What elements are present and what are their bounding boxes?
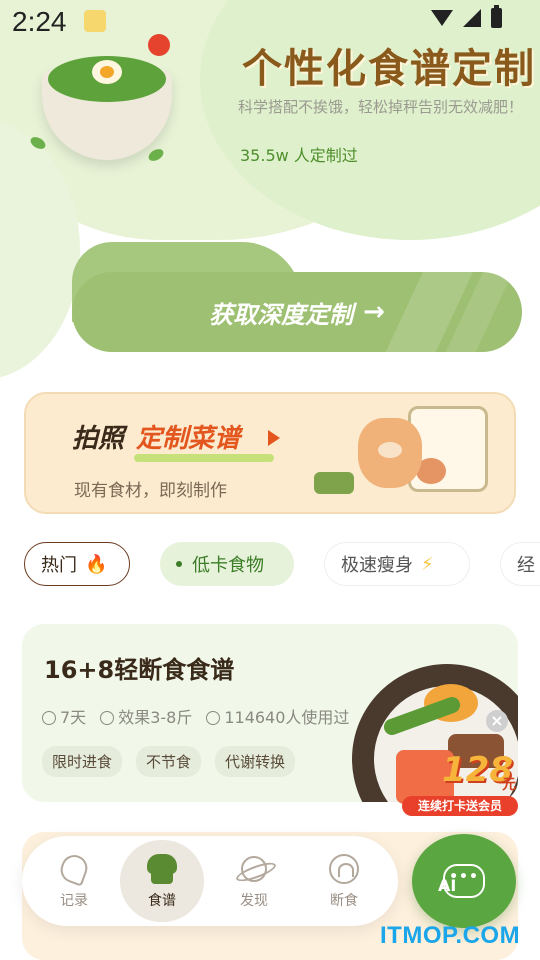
recipe-effect: 效果3-8斤: [100, 704, 192, 728]
status-time: 2:24: [12, 6, 67, 37]
cta-label: 获取深度定制: [209, 300, 354, 329]
recipe-tag: 限时进食: [42, 746, 123, 777]
tab-label: 食谱: [148, 893, 176, 909]
play-arrow-icon: [268, 430, 280, 446]
get-deep-customization-button[interactable]: 获取深度定制 →: [72, 272, 522, 352]
arrow-right-icon: →: [363, 297, 385, 327]
banner-underline: [134, 454, 274, 462]
tab-label: 发现: [240, 893, 268, 909]
hero-user-count: 35.5w 人定制过: [240, 146, 358, 165]
hero-title: 个性化食谱定制: [242, 46, 536, 92]
recipe-users: 114640人使用过: [206, 704, 349, 728]
fasting-icon: [327, 852, 361, 886]
wifi-icon: [431, 10, 453, 26]
category-chip-low-calorie[interactable]: 低卡食物: [160, 542, 294, 586]
bottom-tab-bar: 记录 食谱 发现 断食: [22, 836, 398, 926]
category-label: 经: [517, 555, 535, 576]
recipe-tag: 代谢转换: [215, 746, 296, 777]
category-label: 极速瘦身: [341, 555, 413, 576]
recipe-tag: 不节食: [136, 746, 202, 777]
status-icons: [431, 5, 502, 28]
category-chip-classic[interactable]: 经: [500, 542, 540, 586]
flame-icon: 🔥: [85, 553, 108, 575]
recipe-duration-text: 7天: [60, 708, 87, 727]
checkin-promo-badge[interactable]: 128 元 连续打卡送会员: [396, 738, 524, 818]
banner-subtitle: 现有食材，即刻制作: [74, 481, 227, 501]
recipe-duration: 7天: [42, 704, 86, 728]
scale-icon: [100, 711, 115, 725]
recipe-title: 16+8轻断食食谱: [44, 656, 235, 684]
promo-unit: 元: [502, 777, 516, 793]
banner-title-custom-recipe: 定制菜谱: [136, 424, 241, 454]
battery-icon: [491, 5, 502, 28]
category-chip-fast-slim[interactable]: 极速瘦身 ⚡: [324, 542, 470, 586]
photo-recipe-banner[interactable]: 拍照 定制菜谱 现有食材，即刻制作: [24, 392, 516, 514]
category-chip-hot[interactable]: 热门 🔥: [24, 542, 130, 586]
hero-subtitle: 科学搭配不挨饿，轻松掉秤告别无效减肥！: [238, 98, 524, 116]
chef-hat-icon: [145, 852, 179, 886]
tab-discover[interactable]: 发现: [212, 840, 296, 922]
tab-recipe[interactable]: 食谱: [120, 840, 204, 922]
tab-label: 记录: [60, 893, 88, 909]
ai-label: AI: [438, 876, 457, 895]
tab-record[interactable]: 记录: [32, 840, 116, 922]
tomato-decoration: [148, 34, 170, 56]
tab-label: 断食: [330, 893, 358, 909]
category-label: 低卡食物: [192, 555, 264, 576]
selected-dot-icon: [176, 561, 182, 567]
clock-icon: [42, 711, 56, 725]
vegetable-basket-illustration: [314, 472, 354, 494]
signal-icon: [463, 9, 481, 27]
recipe-tags: 限时进食 不节食 代谢转换: [42, 746, 296, 777]
app-notification-icon: [84, 10, 106, 32]
salad-bowl-image: [42, 50, 172, 160]
fire-icon: [206, 711, 221, 725]
beaver-mascot-illustration: [358, 418, 422, 488]
site-watermark: ITMOP.COM: [380, 922, 521, 949]
recipe-meta: 7天 效果3-8斤 114640人使用过: [42, 704, 349, 728]
category-tabs: 热门 🔥 低卡食物 极速瘦身 ⚡ 经: [24, 542, 540, 588]
promo-close-button[interactable]: ×: [486, 710, 508, 732]
recipe-effect-text: 效果3-8斤: [118, 708, 193, 727]
ai-assistant-button[interactable]: ••• AI: [412, 834, 516, 928]
category-label: 热门: [41, 555, 77, 576]
tab-fasting[interactable]: 断食: [302, 840, 386, 922]
promo-ribbon: 连续打卡送会员: [402, 796, 518, 816]
bolt-icon: ⚡: [421, 553, 434, 575]
planet-icon: [237, 852, 271, 886]
banner-title-photo: 拍照: [72, 424, 125, 454]
recipe-users-text: 114640人使用过: [224, 708, 350, 727]
record-icon: [56, 851, 92, 887]
